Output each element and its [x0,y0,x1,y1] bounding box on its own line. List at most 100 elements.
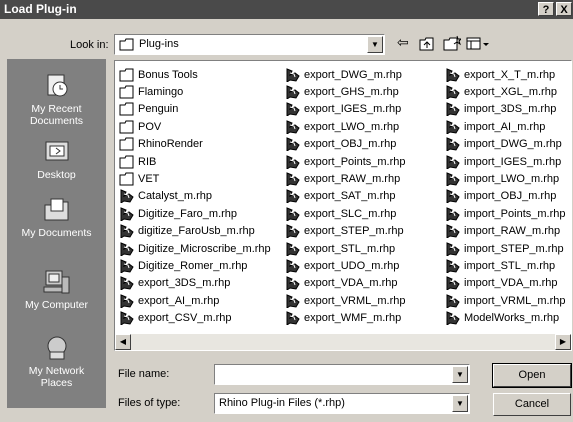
file-item-label: export_STL_m.rhp [304,242,396,255]
help-button[interactable]: ? [538,2,554,16]
file-item[interactable]: import_Points_m.rhp [445,205,566,222]
plugin-file-icon [446,85,460,100]
chevron-down-icon[interactable]: ▼ [452,366,468,383]
file-item-label: export_SLC_m.rhp [304,207,397,220]
file-item[interactable]: export_UDO_m.rhp [285,257,406,274]
folder-item[interactable]: POV [119,118,271,135]
file-item[interactable]: export_GHS_m.rhp [285,83,406,100]
up-folder-icon[interactable] [419,37,435,51]
place-network[interactable]: My Network Places [7,335,106,389]
file-item[interactable]: import_VRML_m.rhp [445,292,566,309]
file-item[interactable]: export_X_T_m.rhp [445,66,566,83]
file-list[interactable]: Bonus Tools Flamingo Penguin POV RhinoRender… [114,60,572,351]
plugin-file-icon [120,224,134,239]
file-item[interactable]: export_RAW_m.rhp [285,170,406,187]
file-item[interactable]: export_LWO_m.rhp [285,118,406,135]
cancel-button[interactable]: Cancel [493,393,571,416]
file-item-label: export_UDO_m.rhp [304,259,400,272]
file-item[interactable]: Digitize_Microscribe_m.rhp [119,240,271,257]
file-item[interactable]: import_LWO_m.rhp [445,170,566,187]
folder-item[interactable]: Flamingo [119,83,271,100]
place-my-computer[interactable]: My Computer [7,269,106,311]
place-my-documents[interactable]: My Documents [7,197,106,239]
folder-item[interactable]: VET [119,170,271,187]
look-in-label: Look in: [70,39,109,51]
plugin-file-icon [120,207,134,221]
views-menu-icon[interactable] [466,37,490,50]
file-item-label: Digitize_Microscribe_m.rhp [138,242,271,255]
file-item[interactable]: export_VRML_m.rhp [285,292,406,309]
file-item-label: export_STEP_m.rhp [304,225,404,238]
file-item-label: import_LWO_m.rhp [464,173,560,186]
file-item-label: export_X_T_m.rhp [464,68,556,81]
file-item[interactable]: export_OBJ_m.rhp [285,136,406,153]
file-item[interactable]: import_DWG_m.rhp [445,136,566,153]
file-item[interactable]: digitize_FaroUsb_m.rhp [119,223,271,240]
plugin-file-icon [120,189,134,204]
close-button[interactable]: X [556,2,572,16]
folder-item[interactable]: RIB [119,153,271,170]
file-item[interactable]: export_SLC_m.rhp [285,205,406,222]
folder-item[interactable]: Penguin [119,101,271,118]
file-item[interactable]: import_IGES_m.rhp [445,153,566,170]
file-name-field[interactable]: ▼ [214,364,470,385]
file-item[interactable]: export_STEP_m.rhp [285,223,406,240]
plugin-file-icon [286,276,300,291]
file-item-label: import_OBJ_m.rhp [464,190,557,203]
file-item-label: export_DWG_m.rhp [304,68,402,81]
plugin-file-icon [446,172,460,187]
plugin-file-icon [446,207,460,221]
file-item-label: export_3DS_m.rhp [138,277,231,290]
file-item-label: Flamingo [138,86,184,99]
file-item[interactable]: import_STEP_m.rhp [445,240,566,257]
look-in-combo[interactable]: Plug-ins ▼ [114,34,385,55]
open-button[interactable]: Open [492,363,572,388]
file-item[interactable]: export_VDA_m.rhp [285,275,406,292]
horizontal-scrollbar[interactable]: ◀ ▶ [115,334,571,350]
file-item[interactable]: export_WMF_m.rhp [285,309,406,326]
file-item[interactable]: export_CSV_m.rhp [119,309,271,326]
file-item[interactable]: Catalyst_m.rhp [119,188,271,205]
file-item[interactable]: export_3DS_m.rhp [119,275,271,292]
file-item-label: RIB [138,155,157,168]
file-item[interactable]: ModelWorks_m.rhp [445,309,566,326]
place-recent-documents[interactable]: My Recent Documents [7,73,106,127]
file-item[interactable]: import_AI_m.rhp [445,118,566,135]
folder-icon [119,120,134,134]
file-item[interactable]: export_Points_m.rhp [285,153,406,170]
file-item[interactable]: export_STL_m.rhp [285,240,406,257]
file-item[interactable]: export_SAT_m.rhp [285,188,406,205]
folder-item[interactable]: RhinoRender [119,136,271,153]
file-item-label: import_DWG_m.rhp [464,138,562,151]
file-item[interactable]: export_IGES_m.rhp [285,101,406,118]
file-item-label: export_Points_m.rhp [304,155,406,168]
file-item[interactable]: import_VDA_m.rhp [445,275,566,292]
place-label: My Documents [21,227,92,239]
file-item[interactable]: import_3DS_m.rhp [445,101,566,118]
file-item[interactable]: Digitize_Romer_m.rhp [119,257,271,274]
file-item[interactable]: import_OBJ_m.rhp [445,188,566,205]
plugin-file-icon [446,276,460,291]
file-item[interactable]: export_XGL_m.rhp [445,83,566,100]
chevron-down-icon[interactable]: ▼ [452,395,468,412]
file-item[interactable]: import_RAW_m.rhp [445,223,566,240]
file-item-label: Digitize_Faro_m.rhp [138,207,238,220]
place-desktop[interactable]: Desktop [7,139,106,181]
file-item[interactable]: Digitize_Faro_m.rhp [119,205,271,222]
file-type-select[interactable]: Rhino Plug-in Files (*.rhp) ▼ [214,393,470,414]
scroll-left-icon[interactable]: ◀ [115,334,131,350]
scroll-right-icon[interactable]: ▶ [555,334,571,350]
folder-item[interactable]: Bonus Tools [119,66,271,83]
plugin-file-icon [120,311,134,326]
file-item-label: import_STEP_m.rhp [464,242,564,255]
back-arrow-icon[interactable]: ⇦ [397,34,409,51]
plugin-file-icon [286,137,300,152]
file-item[interactable]: import_STL_m.rhp [445,257,566,274]
new-folder-icon[interactable] [443,35,461,51]
file-item[interactable]: export_DWG_m.rhp [285,66,406,83]
chevron-down-icon[interactable]: ▼ [367,36,383,53]
folder-icon [119,38,134,51]
file-item[interactable]: export_AI_m.rhp [119,292,271,309]
recent-documents-icon [47,74,67,97]
plugin-file-icon [446,120,460,134]
